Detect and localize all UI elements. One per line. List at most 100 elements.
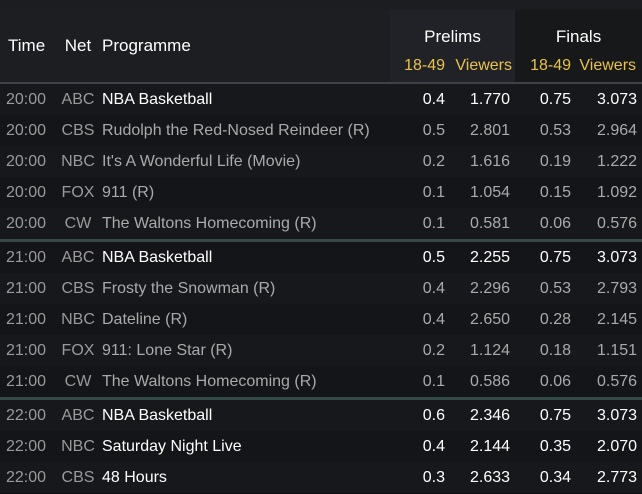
cell-finals-demo: 0.35 [539, 437, 572, 455]
cell-programme: NBA Basketball [100, 239, 390, 273]
cell-network: ABC [56, 239, 100, 273]
column-header-net[interactable]: Net [56, 10, 100, 84]
cell-time: 21:00 [0, 239, 56, 273]
group-header-finals: Finals [515, 10, 642, 49]
table-row: 22:00 ABC NBA Basketball 0.6 2.346 0.75 … [0, 397, 642, 431]
cell-time: 22:00 [0, 397, 56, 431]
cell-programme: Saturday Night Live [102, 437, 242, 455]
cell-finals-demo: 0.15 [539, 183, 572, 201]
column-header-finals-viewers[interactable]: Viewers [576, 49, 642, 84]
table-row: 20:00 FOX 911 (R) 0.1 1.054 0.15 1.092 [0, 177, 642, 208]
cell-prelims-viewers: 0.581 [469, 214, 511, 232]
cell-time: 20:00 [6, 90, 47, 108]
cell-finals-demo: 0.06 [539, 372, 572, 390]
cell-time: 20:00 [6, 214, 47, 232]
cell-finals-viewers: 2.773 [596, 468, 638, 486]
cell-prelims-demo: 0.4 [422, 279, 445, 297]
cell-prelims-viewers: 2.144 [469, 437, 511, 455]
cell-time: 22:00 [6, 437, 47, 455]
cell-finals-viewers: 2.145 [596, 310, 638, 328]
cell-finals-viewers: 1.151 [596, 341, 638, 359]
table-row: 20:00 ABC NBA Basketball 0.4 1.770 0.75 … [0, 83, 642, 115]
cell-time: 20:00 [6, 183, 47, 201]
cell-time: 20:00 [6, 121, 47, 139]
column-header-prelims-demo[interactable]: 18-49 [390, 49, 450, 84]
table-body: 20:00 ABC NBA Basketball 0.4 1.770 0.75 … [0, 83, 642, 493]
cell-programme: 911: Lone Star (R) [102, 341, 233, 359]
table-row: 20:00 CW The Waltons Homecoming (R) 0.1 … [0, 208, 642, 241]
cell-finals-viewers: 1.092 [596, 183, 638, 201]
cell-network: NBC [61, 152, 95, 170]
cell-finals-viewers: 3.073 [576, 397, 642, 431]
cell-programme: The Waltons Homecoming (R) [102, 214, 317, 232]
cell-prelims-demo: 0.1 [422, 183, 445, 201]
cell-prelims-demo: 0.4 [422, 310, 445, 328]
column-header-programme[interactable]: Programme [100, 10, 390, 84]
table-row: 22:00 CBS 48 Hours 0.3 2.633 0.34 2.773 [0, 462, 642, 493]
cell-finals-demo: 0.75 [515, 239, 577, 273]
column-header-finals-demo[interactable]: 18-49 [515, 49, 577, 84]
cell-network: CW [64, 214, 92, 232]
cell-finals-viewers: 2.964 [596, 121, 638, 139]
cell-network: CBS [61, 279, 95, 297]
cell-prelims-viewers: 0.586 [469, 372, 511, 390]
table-row: 21:00 NBC Dateline (R) 0.4 2.650 0.28 2.… [0, 304, 642, 335]
cell-finals-demo: 0.34 [539, 468, 572, 486]
cell-network: CBS [61, 468, 95, 486]
cell-network: CW [64, 372, 92, 390]
cell-programme: NBA Basketball [100, 397, 390, 431]
cell-network: ABC [61, 90, 95, 108]
cell-finals-demo: 0.75 [515, 397, 577, 431]
ratings-table: Time Net Programme Prelims Finals 18-49 … [0, 10, 642, 493]
table-header: Time Net Programme Prelims Finals 18-49 … [0, 10, 642, 84]
cell-time: 20:00 [6, 152, 47, 170]
cell-time: 22:00 [6, 468, 47, 486]
cell-programme: 911 (R) [102, 183, 155, 201]
cell-programme: NBA Basketball [102, 90, 213, 108]
cell-network: FOX [61, 183, 95, 201]
cell-finals-demo: 0.75 [539, 90, 572, 108]
cell-prelims-demo: 0.4 [422, 90, 445, 108]
cell-prelims-demo: 0.4 [422, 437, 445, 455]
cell-finals-viewers: 2.070 [596, 437, 638, 455]
table-row: 20:00 CBS Rudolph the Red-Nosed Reindeer… [0, 115, 642, 146]
cell-prelims-viewers: 2.650 [469, 310, 511, 328]
cell-time: 21:00 [6, 279, 47, 297]
column-header-time[interactable]: Time [0, 10, 56, 84]
cell-prelims-viewers: 2.296 [469, 279, 511, 297]
cell-prelims-demo: 0.6 [390, 397, 450, 431]
cell-finals-demo: 0.28 [539, 310, 572, 328]
cell-prelims-viewers: 1.770 [469, 90, 511, 108]
cell-network: ABC [56, 397, 100, 431]
cell-programme: 48 Hours [102, 468, 167, 486]
cell-time: 21:00 [6, 341, 47, 359]
cell-prelims-demo: 0.3 [422, 468, 445, 486]
cell-finals-viewers: 1.222 [596, 152, 638, 170]
table-row: 21:00 CW The Waltons Homecoming (R) 0.1 … [0, 366, 642, 399]
cell-prelims-viewers: 2.633 [469, 468, 511, 486]
cell-prelims-viewers: 2.801 [469, 121, 511, 139]
cell-network: CBS [61, 121, 95, 139]
cell-finals-demo: 0.53 [539, 121, 572, 139]
cell-prelims-viewers: 2.346 [450, 397, 516, 431]
group-header-prelims: Prelims [390, 10, 516, 49]
cell-finals-demo: 0.06 [539, 214, 572, 232]
cell-time: 21:00 [6, 372, 47, 390]
table-row: 21:00 ABC NBA Basketball 0.5 2.255 0.75 … [0, 239, 642, 273]
cell-finals-demo: 0.18 [539, 341, 572, 359]
cell-finals-viewers: 3.073 [576, 239, 642, 273]
table-row: 22:00 NBC Saturday Night Live 0.4 2.144 … [0, 431, 642, 462]
cell-programme: The Waltons Homecoming (R) [102, 372, 317, 390]
cell-prelims-viewers: 1.616 [469, 152, 511, 170]
table-row: 21:00 FOX 911: Lone Star (R) 0.2 1.124 0… [0, 335, 642, 366]
column-header-prelims-viewers[interactable]: Viewers [450, 49, 516, 84]
cell-prelims-viewers: 1.054 [469, 183, 511, 201]
cell-finals-demo: 0.53 [539, 279, 572, 297]
cell-prelims-demo: 0.5 [390, 239, 450, 273]
cell-prelims-demo: 0.1 [422, 214, 445, 232]
cell-prelims-demo: 0.5 [422, 121, 445, 139]
cell-prelims-viewers: 1.124 [469, 341, 511, 359]
cell-prelims-demo: 0.1 [422, 372, 445, 390]
table-row: 21:00 CBS Frosty the Snowman (R) 0.4 2.2… [0, 273, 642, 304]
cell-finals-viewers: 0.576 [596, 372, 638, 390]
